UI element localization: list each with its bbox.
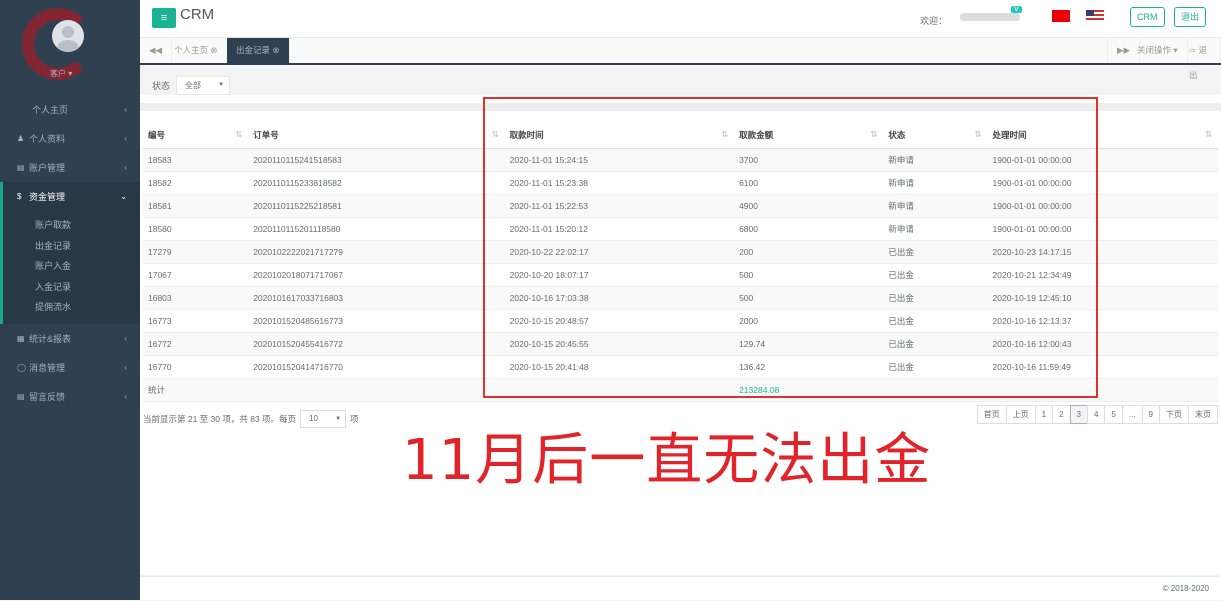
logout-button[interactable]: 退出 (1174, 7, 1207, 27)
table-cell: 18583 (143, 148, 249, 172)
submenu-item[interactable]: 账户取款 (3, 215, 140, 236)
crm-button[interactable]: CRM (1130, 7, 1165, 27)
top-bar: ≡ CRM 欢迎： V CRM 退出 (140, 0, 1221, 38)
table-cell: 2020102222021717279 (248, 240, 505, 264)
page-button[interactable]: 末页 (1188, 405, 1218, 424)
flag-us-icon[interactable] (1086, 10, 1104, 22)
status-filter: 状态 全部 (152, 76, 231, 95)
page-button[interactable]: ... (1121, 405, 1143, 424)
welcome-label: 欢迎： (920, 16, 948, 26)
page-button[interactable]: 9 (1141, 405, 1160, 424)
tab-logout-button[interactable]: ⇨ 退出 (1180, 38, 1221, 80)
page-button[interactable]: 1 (1034, 405, 1054, 424)
sidebar-item-1[interactable]: ♟ 个人资料 ‹ (0, 124, 140, 153)
table-cell: 16773 (143, 309, 249, 333)
sidebar-item-6[interactable]: ▤ 留言反馈 ‹ (0, 382, 140, 411)
sidebar-item-3[interactable]: $ 资金管理 ⌄ (0, 182, 140, 211)
sidebar: 客户 ▾ 个人主页 ‹ ♟ 个人资料 ‹ ▤ 账户管理 ‹ $ 资金管理 ⌄ 账户取款 出金记录 账户入金… (0, 0, 140, 600)
page-button[interactable]: 下页 (1159, 405, 1189, 424)
tab-bar: ◀◀ 个人主页 ⊗ 出金记录 ⊗ ▶▶ 关闭操作 ▾ ⇨ 退出 (140, 38, 1221, 80)
page-button[interactable]: 5 (1104, 405, 1123, 424)
table-cell: 18580 (143, 217, 249, 241)
chevron-left-icon: ‹ (124, 105, 127, 114)
annotation-text: 11月后一直无法出金 (402, 428, 932, 493)
page-button[interactable]: 上页 (1005, 405, 1036, 424)
chevron-left-icon: ‹ (124, 362, 127, 372)
chevron-left-icon: ‹ (124, 134, 127, 143)
submenu-item[interactable]: 入金记录 (3, 277, 140, 298)
per-page-select[interactable]: 10 (300, 410, 347, 428)
flag-cn-icon[interactable] (1052, 10, 1070, 22)
chevron-left-icon: ‹ (124, 163, 127, 172)
submenu-item[interactable]: 出金记录 (3, 236, 140, 257)
sort-icon[interactable]: ⇅ (1205, 129, 1212, 140)
chart-icon: ▦ (17, 333, 25, 343)
table-cell: 17067 (143, 263, 249, 287)
chevron-down-icon: ⌄ (120, 192, 127, 201)
chevron-left-icon: ‹ (124, 391, 127, 401)
table-cell: 16803 (143, 286, 249, 310)
highlight-box (483, 97, 1098, 398)
submenu: 账户取款 出金记录 账户入金 入金记录 提佣流水 (0, 211, 140, 324)
chevron-left-icon: ‹ (124, 333, 127, 343)
menu-toggle-button[interactable]: ≡ (152, 8, 176, 28)
table-cell: 2020110115201118580 (248, 217, 505, 241)
tab-home[interactable]: 个人主页 ⊗ (165, 38, 228, 63)
content-panel: 编号 ⇅ 订单号 ⇅ 取款时间 ⇅ 取款金额 ⇅ 状态 ⇅ 处理时间 ⇅ 18583 202011011… (140, 95, 1221, 575)
column-header[interactable]: 编号 ⇅ (143, 123, 249, 149)
table-cell: 2020110115233818582 (248, 171, 505, 195)
table-cell: 16772 (143, 332, 249, 356)
avatar[interactable] (52, 20, 84, 52)
status-select[interactable]: 全部 (176, 76, 231, 95)
page-button[interactable]: 4 (1086, 405, 1106, 424)
table-cell: 18582 (143, 171, 249, 195)
username-blurred (960, 13, 1020, 21)
card-icon: ▤ (17, 391, 25, 401)
tab-withdraw-records[interactable]: 出金记录 ⊗ (227, 38, 290, 63)
table-cell: 2020101617033716803 (248, 286, 505, 310)
comment-icon: ◯ (17, 362, 26, 372)
table-cell: 2020101520455416772 (248, 332, 505, 356)
table-cell: 2020110115225218581 (248, 194, 505, 218)
page-button[interactable]: 3 (1069, 405, 1088, 424)
page-button[interactable]: 2 (1052, 405, 1071, 424)
table-cell: 2020102018071717067 (248, 263, 505, 287)
submenu-item[interactable]: 提佣流水 (3, 297, 140, 318)
profile: 客户 ▾ (0, 0, 140, 95)
table-cell: 2020101520485616773 (248, 309, 505, 333)
sort-icon[interactable]: ⇅ (235, 129, 242, 140)
pagination-info: 当前显示第 21 至 30 项，共 83 项。每页 10 项 (143, 410, 359, 428)
sidebar-item-0[interactable]: 个人主页 ‹ (0, 95, 140, 124)
brand: CRM (180, 6, 215, 23)
sidebar-item-4[interactable]: ▦ 统计&报表 ‹ (0, 324, 140, 353)
card-icon: ▤ (17, 163, 25, 172)
page-button[interactable]: 首页 (976, 405, 1007, 424)
user-icon: ♟ (17, 134, 25, 143)
column-header[interactable]: 订单号 ⇅ (248, 123, 505, 149)
dollar-icon: $ (17, 192, 22, 201)
table-cell: 18581 (143, 194, 249, 218)
close-ops-dropdown[interactable]: 关闭操作 ▾ (1128, 38, 1188, 63)
sidebar-item-5[interactable]: ◯ 消息管理 ‹ (0, 353, 140, 382)
user-role-dropdown[interactable]: 客户 ▾ (50, 68, 72, 79)
pagination: 首页 上页 1 2 3 4 5... 9 下页 末页 (976, 405, 1218, 424)
vip-badge: V (1011, 6, 1022, 13)
footer: © 2018-2020 (140, 576, 1221, 600)
table-cell: 2020101520414716770 (248, 355, 505, 379)
sidebar-item-2[interactable]: ▤ 账户管理 ‹ (0, 153, 140, 182)
table-cell: 16770 (143, 355, 249, 379)
table-cell: 17279 (143, 240, 249, 264)
table-cell: 20201101152415185​83 (248, 148, 505, 172)
submenu-item[interactable]: 账户入金 (3, 256, 140, 277)
